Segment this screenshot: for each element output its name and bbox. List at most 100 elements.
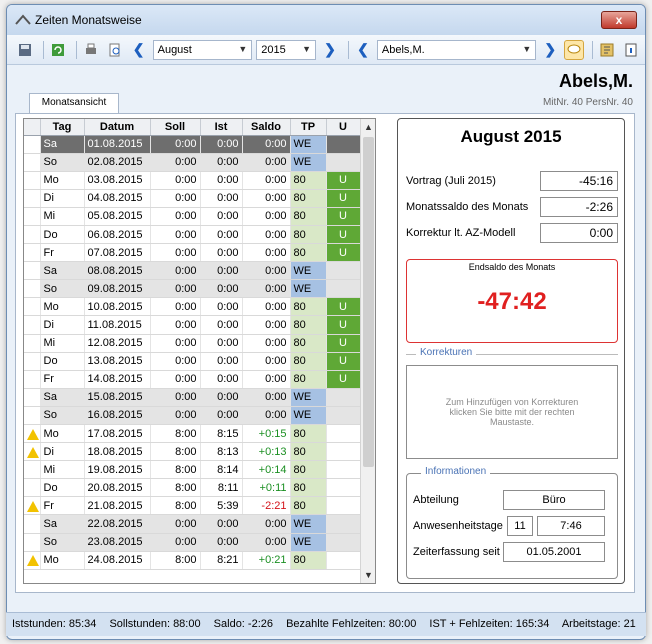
next-month-icon[interactable]: ❯ [320, 40, 340, 60]
tag-cell: Fr [40, 243, 85, 263]
tag-cell: Do [40, 478, 85, 498]
table-scrollbar[interactable]: ▲ ▼ [360, 119, 375, 583]
ist-cell: 0:00 [200, 388, 243, 407]
refresh-icon[interactable] [48, 40, 68, 60]
table-row[interactable]: Fr 21.08.2015 8:00 5:39 -2:21 80 [24, 496, 361, 516]
toolbar-separator [592, 40, 594, 59]
column-header-soll[interactable]: Soll [150, 119, 201, 136]
table-row[interactable]: Sa 15.08.2015 0:00 0:00 0:00 WE [24, 388, 361, 407]
table-row[interactable]: So 23.08.2015 0:00 0:00 0:00 WE [24, 533, 361, 552]
scroll-down-icon[interactable]: ▼ [361, 567, 375, 583]
tag-cell: Sa [40, 135, 85, 154]
warning-cell [24, 352, 41, 371]
table-row[interactable]: Sa 01.08.2015 0:00 0:00 0:00 WE [24, 135, 361, 154]
table-row[interactable]: Mo 17.08.2015 8:00 8:15 +0:15 80 [24, 424, 361, 444]
datum-cell: 10.08.2015 [84, 297, 151, 317]
saldo-cell: +0:11 [242, 478, 291, 498]
table-row[interactable]: Mi 12.08.2015 0:00 0:00 0:00 80 U [24, 334, 361, 353]
saldo-cell: 0:00 [242, 370, 291, 389]
korrekturen-list[interactable]: Zum Hinzufügen von Korrekturen klicken S… [406, 365, 618, 459]
soll-cell: 0:00 [150, 225, 201, 245]
close-button[interactable]: x [601, 11, 637, 29]
soll-cell: 0:00 [150, 297, 201, 317]
u-cell [326, 261, 361, 281]
tp-cell: 80 [290, 297, 327, 317]
column-header-ist[interactable]: Ist [200, 119, 243, 136]
save-icon[interactable] [15, 40, 35, 60]
soll-cell: 8:00 [150, 551, 201, 570]
datum-cell: 20.08.2015 [84, 478, 151, 498]
print-icon[interactable] [81, 40, 101, 60]
warning-cell [24, 153, 41, 172]
table-row[interactable]: Do 06.08.2015 0:00 0:00 0:00 80 U [24, 225, 361, 245]
saldo-cell: 0:00 [242, 533, 291, 552]
column-header-tag[interactable]: Tag [40, 119, 85, 136]
year-select[interactable]: 2015 ▼ [256, 39, 317, 60]
saldo-cell: 0:00 [242, 243, 291, 263]
table-row[interactable]: So 16.08.2015 0:00 0:00 0:00 WE [24, 406, 361, 426]
table-row[interactable]: Di 04.08.2015 0:00 0:00 0:00 80 U [24, 189, 361, 208]
previous-month-icon[interactable]: ❮ [129, 40, 149, 60]
table-row[interactable]: So 02.08.2015 0:00 0:00 0:00 WE [24, 153, 361, 172]
comment-icon[interactable] [564, 39, 585, 60]
soll-cell: 8:00 [150, 496, 201, 516]
tp-cell: 80 [290, 442, 327, 462]
datum-cell: 03.08.2015 [84, 171, 151, 190]
warning-icon [27, 500, 39, 512]
warning-icon [27, 446, 39, 458]
soll-cell: 8:00 [150, 442, 201, 462]
employee-select[interactable]: Abels,M. ▼ [376, 39, 537, 60]
status-sollstunden: Sollstunden: 88:00 [109, 618, 201, 630]
previous-employee-icon[interactable]: ❮ [353, 40, 373, 60]
soll-cell: 0:00 [150, 388, 201, 407]
column-header-saldo[interactable]: Saldo [242, 119, 291, 136]
tp-cell: 80 [290, 334, 327, 353]
table-row[interactable]: Sa 08.08.2015 0:00 0:00 0:00 WE [24, 261, 361, 281]
days-grid: Tag Datum Soll Ist Saldo TP U Sa 01.08.20… [24, 119, 361, 570]
chevron-down-icon: ▼ [522, 43, 532, 54]
table-row[interactable]: Di 18.08.2015 8:00 8:13 +0:13 80 [24, 442, 361, 462]
column-header-tp[interactable]: TP [290, 119, 327, 136]
next-employee-icon[interactable]: ❯ [540, 40, 560, 60]
scroll-thumb[interactable] [363, 137, 374, 467]
u-cell [326, 514, 361, 534]
table-row[interactable]: Fr 14.08.2015 0:00 0:00 0:00 80 U [24, 370, 361, 389]
toolbar-separator [75, 40, 77, 59]
tp-cell: 80 [290, 424, 327, 444]
datum-cell: 12.08.2015 [84, 334, 151, 353]
tag-cell: Mo [40, 424, 85, 444]
table-row[interactable]: So 09.08.2015 0:00 0:00 0:00 WE [24, 279, 361, 299]
saldo-cell: 0:00 [242, 261, 291, 281]
info-icon[interactable] [621, 40, 641, 60]
tp-cell: WE [290, 279, 327, 299]
soll-cell: 0:00 [150, 370, 201, 389]
table-row[interactable]: Di 11.08.2015 0:00 0:00 0:00 80 U [24, 315, 361, 335]
table-row[interactable]: Do 13.08.2015 0:00 0:00 0:00 80 U [24, 352, 361, 371]
scroll-up-icon[interactable]: ▲ [361, 119, 375, 135]
warning-cell [24, 533, 41, 552]
table-row[interactable]: Mo 24.08.2015 8:00 8:21 +0:21 80 [24, 551, 361, 570]
column-header-u[interactable]: U [326, 119, 361, 136]
print-preview-icon[interactable] [105, 40, 125, 60]
ist-cell: 5:39 [200, 496, 243, 516]
tag-cell: Di [40, 189, 85, 208]
tab-monatsansicht[interactable]: Monatsansicht [29, 93, 119, 113]
abteilung-label: Abteilung [413, 494, 459, 506]
ist-cell: 8:11 [200, 478, 243, 498]
column-header-datum[interactable]: Datum [84, 119, 151, 136]
export-icon[interactable] [597, 40, 617, 60]
warning-cell [24, 460, 41, 480]
table-row[interactable]: Mi 05.08.2015 0:00 0:00 0:00 80 U [24, 207, 361, 226]
table-row[interactable]: Sa 22.08.2015 0:00 0:00 0:00 WE [24, 514, 361, 534]
tag-cell: Mi [40, 334, 85, 353]
table-row[interactable]: Mo 10.08.2015 0:00 0:00 0:00 80 U [24, 297, 361, 317]
month-select[interactable]: August ▼ [152, 39, 253, 60]
datum-cell: 11.08.2015 [84, 315, 151, 335]
table-row[interactable]: Mi 19.08.2015 8:00 8:14 +0:14 80 [24, 460, 361, 480]
chevron-down-icon: ▼ [238, 43, 248, 54]
table-row[interactable]: Do 20.08.2015 8:00 8:11 +0:11 80 [24, 478, 361, 498]
table-row[interactable]: Mo 03.08.2015 0:00 0:00 0:00 80 U [24, 171, 361, 190]
table-row[interactable]: Fr 07.08.2015 0:00 0:00 0:00 80 U [24, 243, 361, 263]
datum-cell: 23.08.2015 [84, 533, 151, 552]
chevron-down-icon: ▼ [302, 43, 312, 54]
